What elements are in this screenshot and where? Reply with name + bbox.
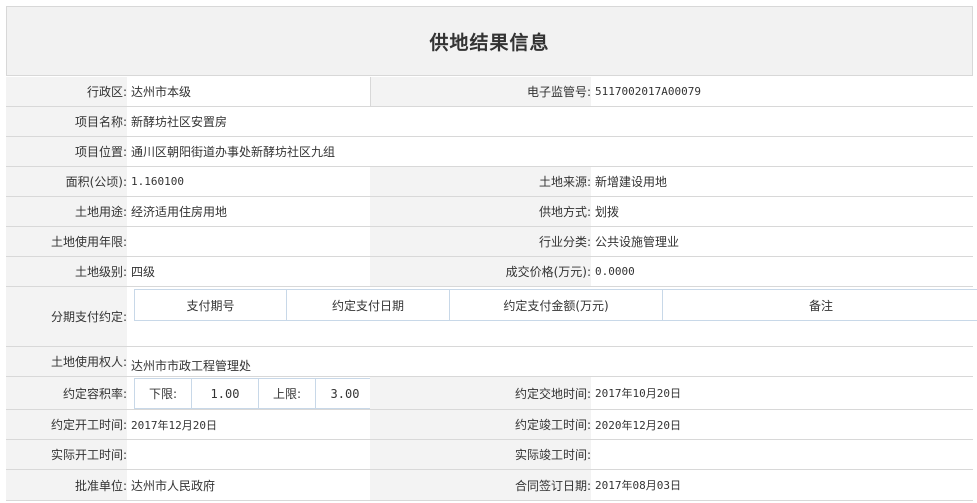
far-lower-value: 1.00 <box>192 379 259 408</box>
approval-value: 达州市人民政府 <box>131 478 216 493</box>
installment-header: 备注 <box>808 298 833 313</box>
land-source-label: 土地来源: <box>370 167 591 196</box>
project-name-value: 新酵坊社区安置房 <box>131 115 228 129</box>
row-area: 面积(公顷): 1.160100 土地来源: 新增建设用地 <box>6 167 973 197</box>
land-use-label: 土地用途: <box>6 197 127 226</box>
area-value: 1.160100 <box>131 175 184 188</box>
land-user-label: 土地使用权人: <box>6 347 127 376</box>
project-location-label: 项目位置: <box>6 137 127 166</box>
delivery-label: 约定交地时间: <box>370 377 591 409</box>
area-label: 面积(公顷): <box>6 167 127 196</box>
installment-table: 支付期号 约定支付日期 约定支付金额(万元) 备注 <box>134 289 977 321</box>
row-approval: 批准单位: 达州市人民政府 合同签订日期: 2017年08月03日 <box>6 470 973 501</box>
use-years-label: 土地使用年限: <box>6 227 127 256</box>
far-upper-value: 3.00 <box>330 386 360 401</box>
completion-label: 约定竣工时间: <box>370 410 591 439</box>
row-land-grade: 土地级别: 四级 成交价格(万元): 0.0000 <box>6 257 973 287</box>
row-project-name: 项目名称: 新酵坊社区安置房 <box>6 107 973 137</box>
far-label: 约定容积率: <box>6 377 127 409</box>
use-years-value <box>127 227 370 256</box>
industry-label: 行业分类: <box>370 227 591 256</box>
row-land-user: 土地使用权人: 达州市市政工程管理处 <box>6 347 973 377</box>
land-grade-label: 土地级别: <box>6 257 127 286</box>
row-far: 约定容积率: 下限: 1.00 上限: 3.00 约定交地时间: 2017年10… <box>6 377 973 410</box>
approval-label: 批准单位: <box>6 470 127 500</box>
price-label: 成交价格(万元): <box>370 257 591 286</box>
start-value: 2017年12月20日 <box>131 418 217 432</box>
row-actual: 实际开工时间: 实际竣工时间: <box>6 440 973 470</box>
contract-label: 合同签订日期: <box>370 470 591 500</box>
supply-method-label: 供地方式: <box>370 197 591 226</box>
row-district: 行政区: 达州市本级 电子监管号: 5117002017A00079 <box>6 77 973 107</box>
installment-header: 支付期号 <box>135 290 287 320</box>
land-use-value: 经济适用住房用地 <box>131 205 228 219</box>
page-title: 供地结果信息 <box>429 31 550 54</box>
project-location-value: 通川区朝阳街道办事处新酵坊社区九组 <box>131 145 336 159</box>
delivery-value: 2017年10月20日 <box>595 387 681 400</box>
district-value: 达州市本级 <box>131 85 192 99</box>
actual-start-label: 实际开工时间: <box>6 440 127 469</box>
land-user-value: 达州市市政工程管理处 <box>131 359 252 373</box>
far-upper-label: 上限: <box>259 379 316 408</box>
row-land-use: 土地用途: 经济适用住房用地 供地方式: 划拨 <box>6 197 973 227</box>
project-name-label: 项目名称: <box>6 107 127 136</box>
row-installment: 分期支付约定: 支付期号 约定支付日期 约定支付金额(万元) 备注 <box>6 287 977 347</box>
installment-header: 约定支付金额(万元) <box>450 290 663 320</box>
start-label: 约定开工时间: <box>6 410 127 439</box>
supervision-value: 5117002017A00079 <box>595 85 701 98</box>
title-header: 供地结果信息 <box>6 6 973 76</box>
contract-value: 2017年08月03日 <box>595 479 681 492</box>
installment-header: 约定支付日期 <box>287 290 450 320</box>
land-source-value: 新增建设用地 <box>595 175 668 189</box>
actual-start-value <box>127 440 370 469</box>
far-lower-label: 下限: <box>135 379 192 408</box>
completion-value: 2020年12月20日 <box>595 418 681 432</box>
installment-label: 分期支付约定: <box>6 287 127 346</box>
row-use-years: 土地使用年限: 行业分类: 公共设施管理业 <box>6 227 973 257</box>
row-start: 约定开工时间: 2017年12月20日 约定竣工时间: 2020年12月20日 <box>6 410 973 440</box>
far-table: 下限: 1.00 上限: 3.00 <box>134 378 375 409</box>
supervision-label: 电子监管号: <box>370 77 591 106</box>
land-grade-value: 四级 <box>131 265 156 279</box>
row-project-location: 项目位置: 通川区朝阳街道办事处新酵坊社区九组 <box>6 137 973 167</box>
page: 供地结果信息 行政区: 达州市本级 电子监管号: 5117002017A0007… <box>0 0 977 503</box>
district-label: 行政区: <box>6 77 127 106</box>
industry-value: 公共设施管理业 <box>595 235 680 249</box>
supply-method-value: 划拨 <box>595 205 620 219</box>
actual-completion-label: 实际竣工时间: <box>370 440 591 469</box>
price-value: 0.0000 <box>595 265 635 278</box>
actual-completion-value <box>591 440 971 469</box>
